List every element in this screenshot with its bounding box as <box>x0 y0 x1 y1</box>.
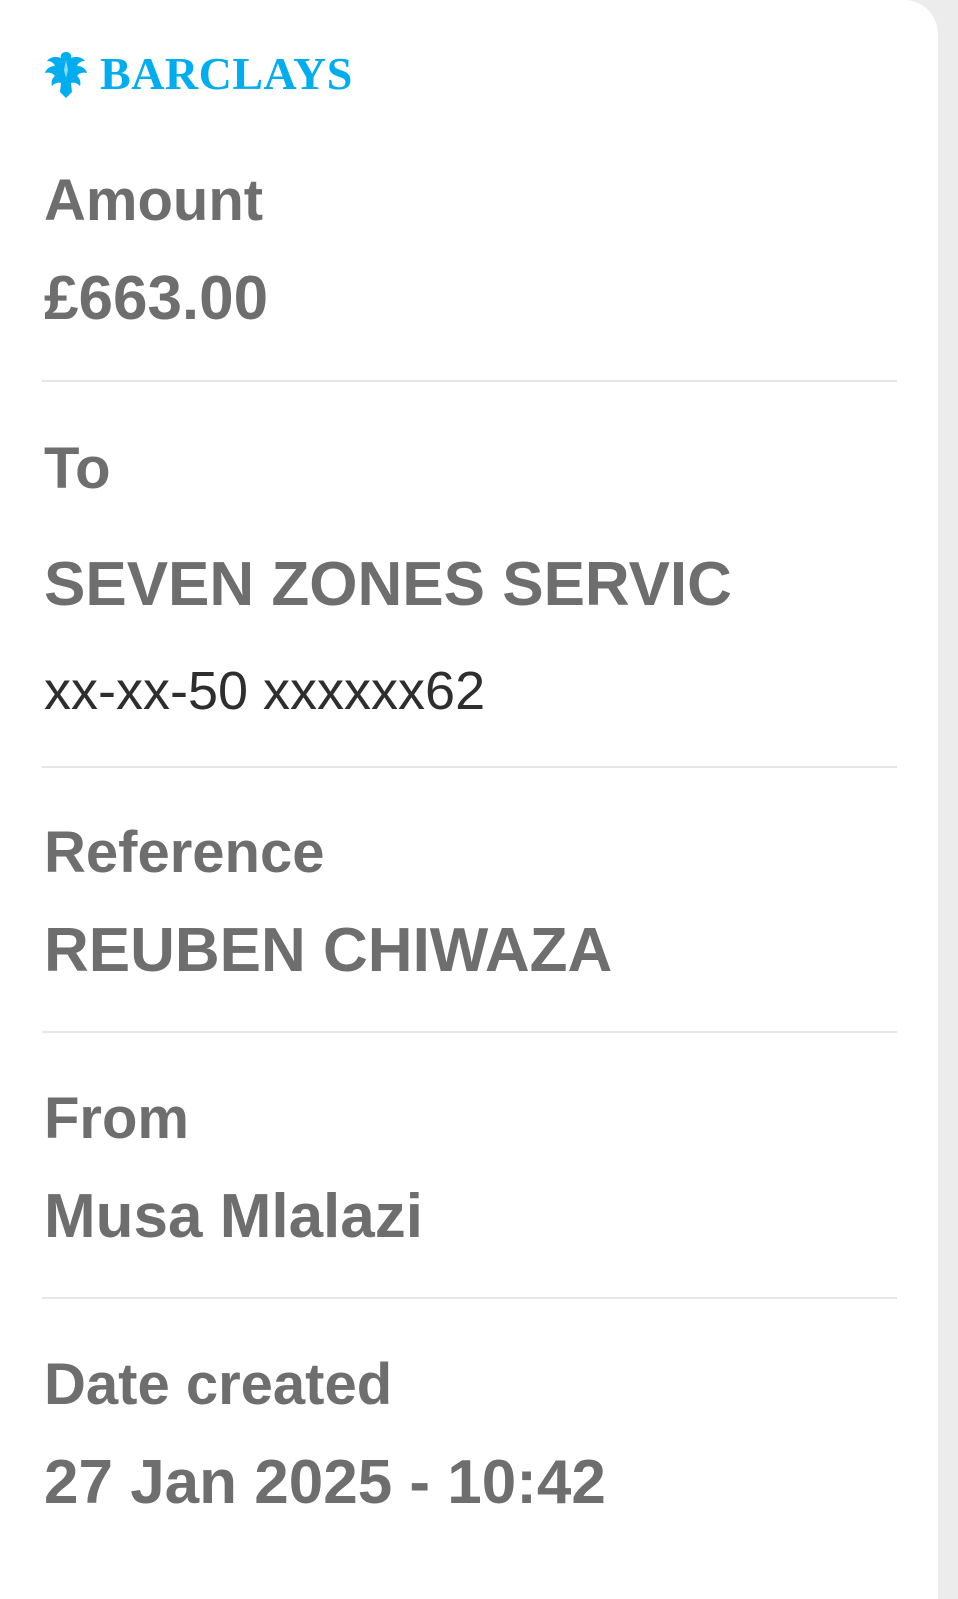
recipient-section: To SEVEN ZONES SERVIC xx-xx-50 xxxxxx62 <box>44 436 896 726</box>
sender-name: Musa Mlalazi <box>44 1182 423 1251</box>
amount-label: Amount <box>44 168 264 233</box>
recipient-account-number: xx-xx-50 xxxxxx62 <box>44 661 486 721</box>
date-section: Date created 27 Jan 2025 - 10:42 <box>44 1352 896 1522</box>
date-created-value: 27 Jan 2025 - 10:42 <box>44 1448 606 1517</box>
brand-name: BARCLAYS <box>100 48 353 99</box>
payment-details-card: BARCLAYS Amount £663.00 To SEVEN ZONES S… <box>0 0 938 1599</box>
eagle-icon <box>45 52 87 98</box>
from-label: From <box>44 1086 189 1151</box>
amount-value: £663.00 <box>44 264 269 333</box>
divider <box>42 766 897 768</box>
barclays-logo: BARCLAYS <box>42 48 353 100</box>
date-created-label: Date created <box>44 1352 393 1417</box>
divider <box>42 1031 897 1033</box>
reference-value: REUBEN CHIWAZA <box>44 916 613 985</box>
reference-label: Reference <box>44 820 325 885</box>
to-label: To <box>44 436 111 501</box>
sender-section: From Musa Mlalazi <box>44 1086 896 1256</box>
recipient-name: SEVEN ZONES SERVIC <box>44 550 732 619</box>
reference-section: Reference REUBEN CHIWAZA <box>44 820 896 990</box>
divider <box>42 380 897 382</box>
divider <box>42 1297 897 1299</box>
amount-section: Amount £663.00 <box>44 168 896 338</box>
